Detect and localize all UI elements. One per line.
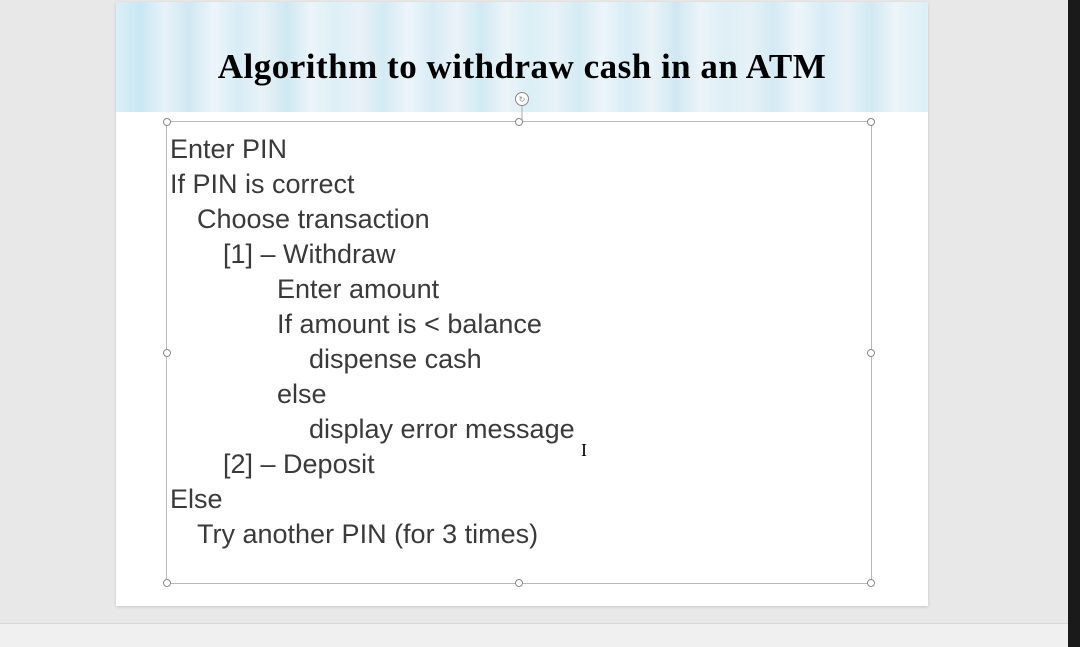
algorithm-line[interactable]: [2] – Deposit <box>167 447 871 482</box>
resize-handle-top-right[interactable] <box>867 118 875 126</box>
slide-canvas[interactable]: Algorithm to withdraw cash in an ATM ↻ E… <box>116 2 928 606</box>
algorithm-line[interactable]: [1] – Withdraw <box>167 237 871 272</box>
algorithm-line[interactable]: dispense cash <box>167 342 871 377</box>
algorithm-line[interactable]: Else <box>167 482 871 517</box>
algorithm-line[interactable]: else <box>167 377 871 412</box>
slide-title: Algorithm to withdraw cash in an ATM <box>218 47 827 87</box>
algorithm-line[interactable]: Choose transaction <box>167 202 871 237</box>
right-dark-bar <box>1068 0 1080 647</box>
resize-handle-mid-right[interactable] <box>867 349 875 357</box>
resize-handle-top-left[interactable] <box>163 118 171 126</box>
rotate-handle-icon[interactable]: ↻ <box>515 92 529 106</box>
resize-handle-bottom-left[interactable] <box>163 579 171 587</box>
resize-handle-mid-left[interactable] <box>163 349 171 357</box>
status-bar <box>0 623 1068 647</box>
resize-handle-bottom-mid[interactable] <box>515 579 523 587</box>
text-cursor-icon: I <box>581 440 587 461</box>
algorithm-line[interactable]: Try another PIN (for 3 times) <box>167 517 871 552</box>
resize-handle-bottom-right[interactable] <box>867 579 875 587</box>
textbox-selected[interactable]: Enter PIN If PIN is correct Choose trans… <box>166 121 872 584</box>
resize-handle-top-mid[interactable] <box>515 118 523 126</box>
algorithm-line[interactable]: Enter amount <box>167 272 871 307</box>
algorithm-line[interactable]: display error message <box>167 412 871 447</box>
algorithm-line[interactable]: If amount is < balance <box>167 307 871 342</box>
rotate-handle-stem <box>522 106 523 120</box>
algorithm-line[interactable]: Enter PIN <box>167 132 871 167</box>
algorithm-line[interactable]: If PIN is correct <box>167 167 871 202</box>
